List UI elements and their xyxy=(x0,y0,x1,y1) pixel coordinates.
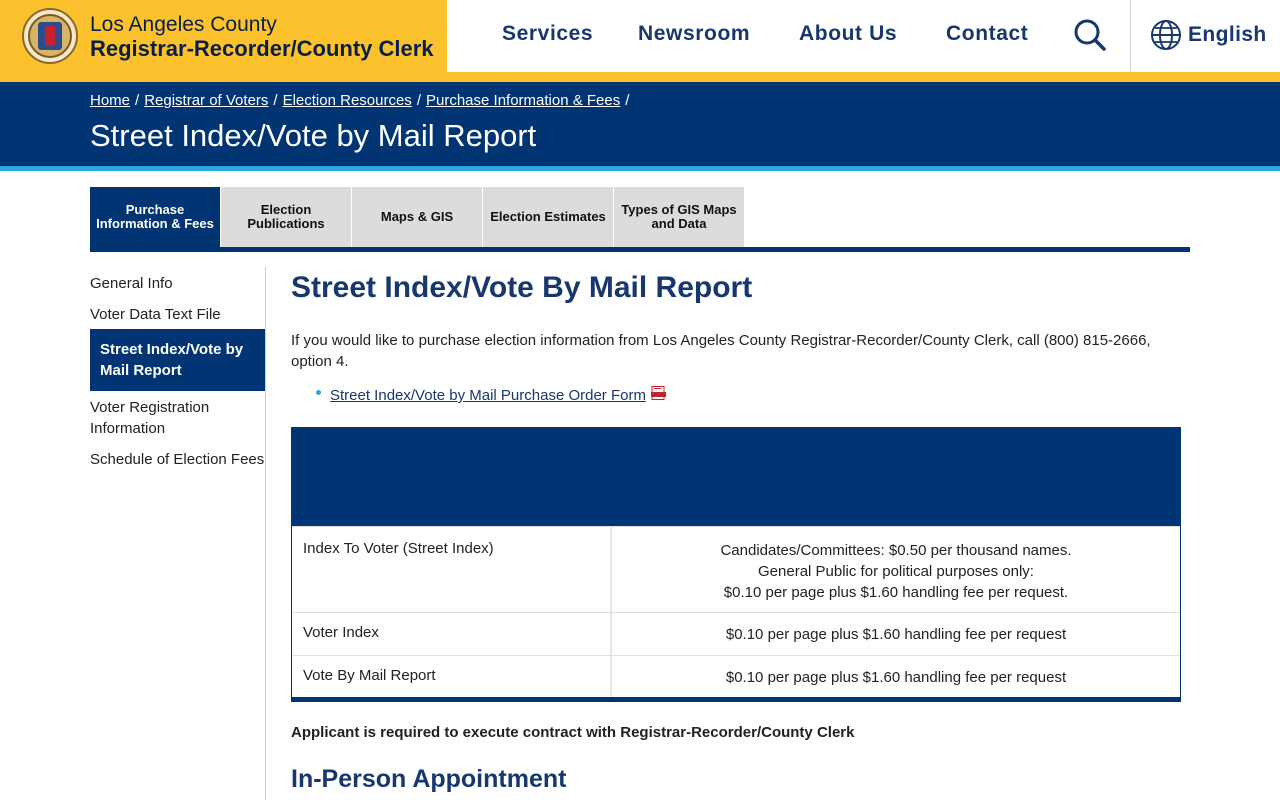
table-row: Vote By Mail Report $0.10 per page plus … xyxy=(292,655,1180,697)
table-row: Voter Index $0.10 per page plus $1.60 ha… xyxy=(292,612,1180,655)
pdf-icon xyxy=(650,385,666,400)
breadcrumb-registrar-of-voters[interactable]: Registrar of Voters xyxy=(144,92,268,109)
tab-purchase-information-fees[interactable]: Purchase Information & Fees xyxy=(90,187,220,247)
breadcrumb: Home / Registrar of Voters / Election Resour… xyxy=(90,92,630,109)
sidebar-item-general-info[interactable]: General Info xyxy=(90,273,265,294)
contract-notice: Applicant is required to execute contrac… xyxy=(291,724,855,741)
table-cell-item: Index To Voter (Street Index) xyxy=(292,527,612,612)
sidebar-item-voter-registration-information[interactable]: Voter Registration Information xyxy=(90,397,265,439)
county-seal-logo xyxy=(22,8,78,64)
table-cell-fee: Candidates/Committees: $0.50 per thousan… xyxy=(720,542,1072,601)
site-header: Los Angeles County Registrar-Recorder/Co… xyxy=(0,0,1280,72)
title-band-accent xyxy=(0,166,1280,171)
tab-election-publications[interactable]: Election Publications xyxy=(221,187,351,247)
breadcrumb-election-resources[interactable]: Election Resources xyxy=(283,92,412,109)
nav-contact[interactable]: Contact xyxy=(946,22,1028,46)
sidebar-item-schedule-of-election-fees[interactable]: Schedule of Election Fees xyxy=(90,449,265,470)
tabs-underline xyxy=(90,247,1190,252)
language-selector[interactable]: English xyxy=(1150,18,1267,52)
brand-area[interactable]: Los Angeles County Registrar-Recorder/Co… xyxy=(0,0,447,72)
table-cell-fee: $0.10 per page plus $1.60 handling fee p… xyxy=(725,626,1067,643)
search-icon[interactable] xyxy=(1073,18,1107,52)
sidebar-item-voter-data-text-file[interactable]: Voter Data Text File xyxy=(90,304,265,325)
nav-newsroom[interactable]: Newsroom xyxy=(638,22,750,46)
table-cell-item: Voter Index xyxy=(292,613,612,655)
breadcrumb-purchase-information[interactable]: Purchase Information & Fees xyxy=(426,92,620,109)
brand-county-name: Los Angeles County xyxy=(90,13,277,36)
table-cell-item: Vote By Mail Report xyxy=(292,656,612,697)
tab-maps-gis[interactable]: Maps & GIS xyxy=(352,187,482,247)
table-header xyxy=(292,428,1180,526)
globe-icon xyxy=(1151,20,1181,50)
nav-services[interactable]: Services xyxy=(502,22,593,46)
section-tabs: Purchase Information & Fees Election Pub… xyxy=(90,187,1190,252)
sidebar-nav: General Info Voter Data Text File Street… xyxy=(90,266,266,800)
header-divider xyxy=(1130,0,1131,72)
breadcrumb-home[interactable]: Home xyxy=(90,92,130,109)
language-label: English xyxy=(1188,23,1267,46)
order-form-list-item: Street Index/Vote by Mail Purchase Order… xyxy=(316,385,666,404)
header-yellow-strip xyxy=(0,72,1280,82)
bullet-dot xyxy=(316,390,321,395)
tab-election-estimates[interactable]: Election Estimates xyxy=(483,187,613,247)
nav-about-us[interactable]: About Us xyxy=(799,22,897,46)
brand-department-name: Registrar-Recorder/County Clerk xyxy=(90,36,434,61)
order-form-link[interactable]: Street Index/Vote by Mail Purchase Order… xyxy=(330,387,646,404)
fees-table: Index To Voter (Street Index) Candidates… xyxy=(291,427,1181,702)
table-row: Index To Voter (Street Index) Candidates… xyxy=(292,526,1180,612)
sidebar-item-street-index[interactable]: Street Index/Vote by Mail Report xyxy=(90,329,265,391)
in-person-appointment-heading: In-Person Appointment xyxy=(291,765,567,793)
intro-text: If you would like to purchase election i… xyxy=(291,332,1151,370)
table-cell-fee: $0.10 per page plus $1.60 handling fee p… xyxy=(725,669,1067,686)
tab-types-of-gis-maps[interactable]: Types of GIS Maps and Data xyxy=(614,187,744,247)
table-bottom-border xyxy=(292,697,1180,701)
content-heading: Street Index/Vote By Mail Report xyxy=(291,271,753,304)
page-title: Street Index/Vote by Mail Report xyxy=(90,118,537,153)
